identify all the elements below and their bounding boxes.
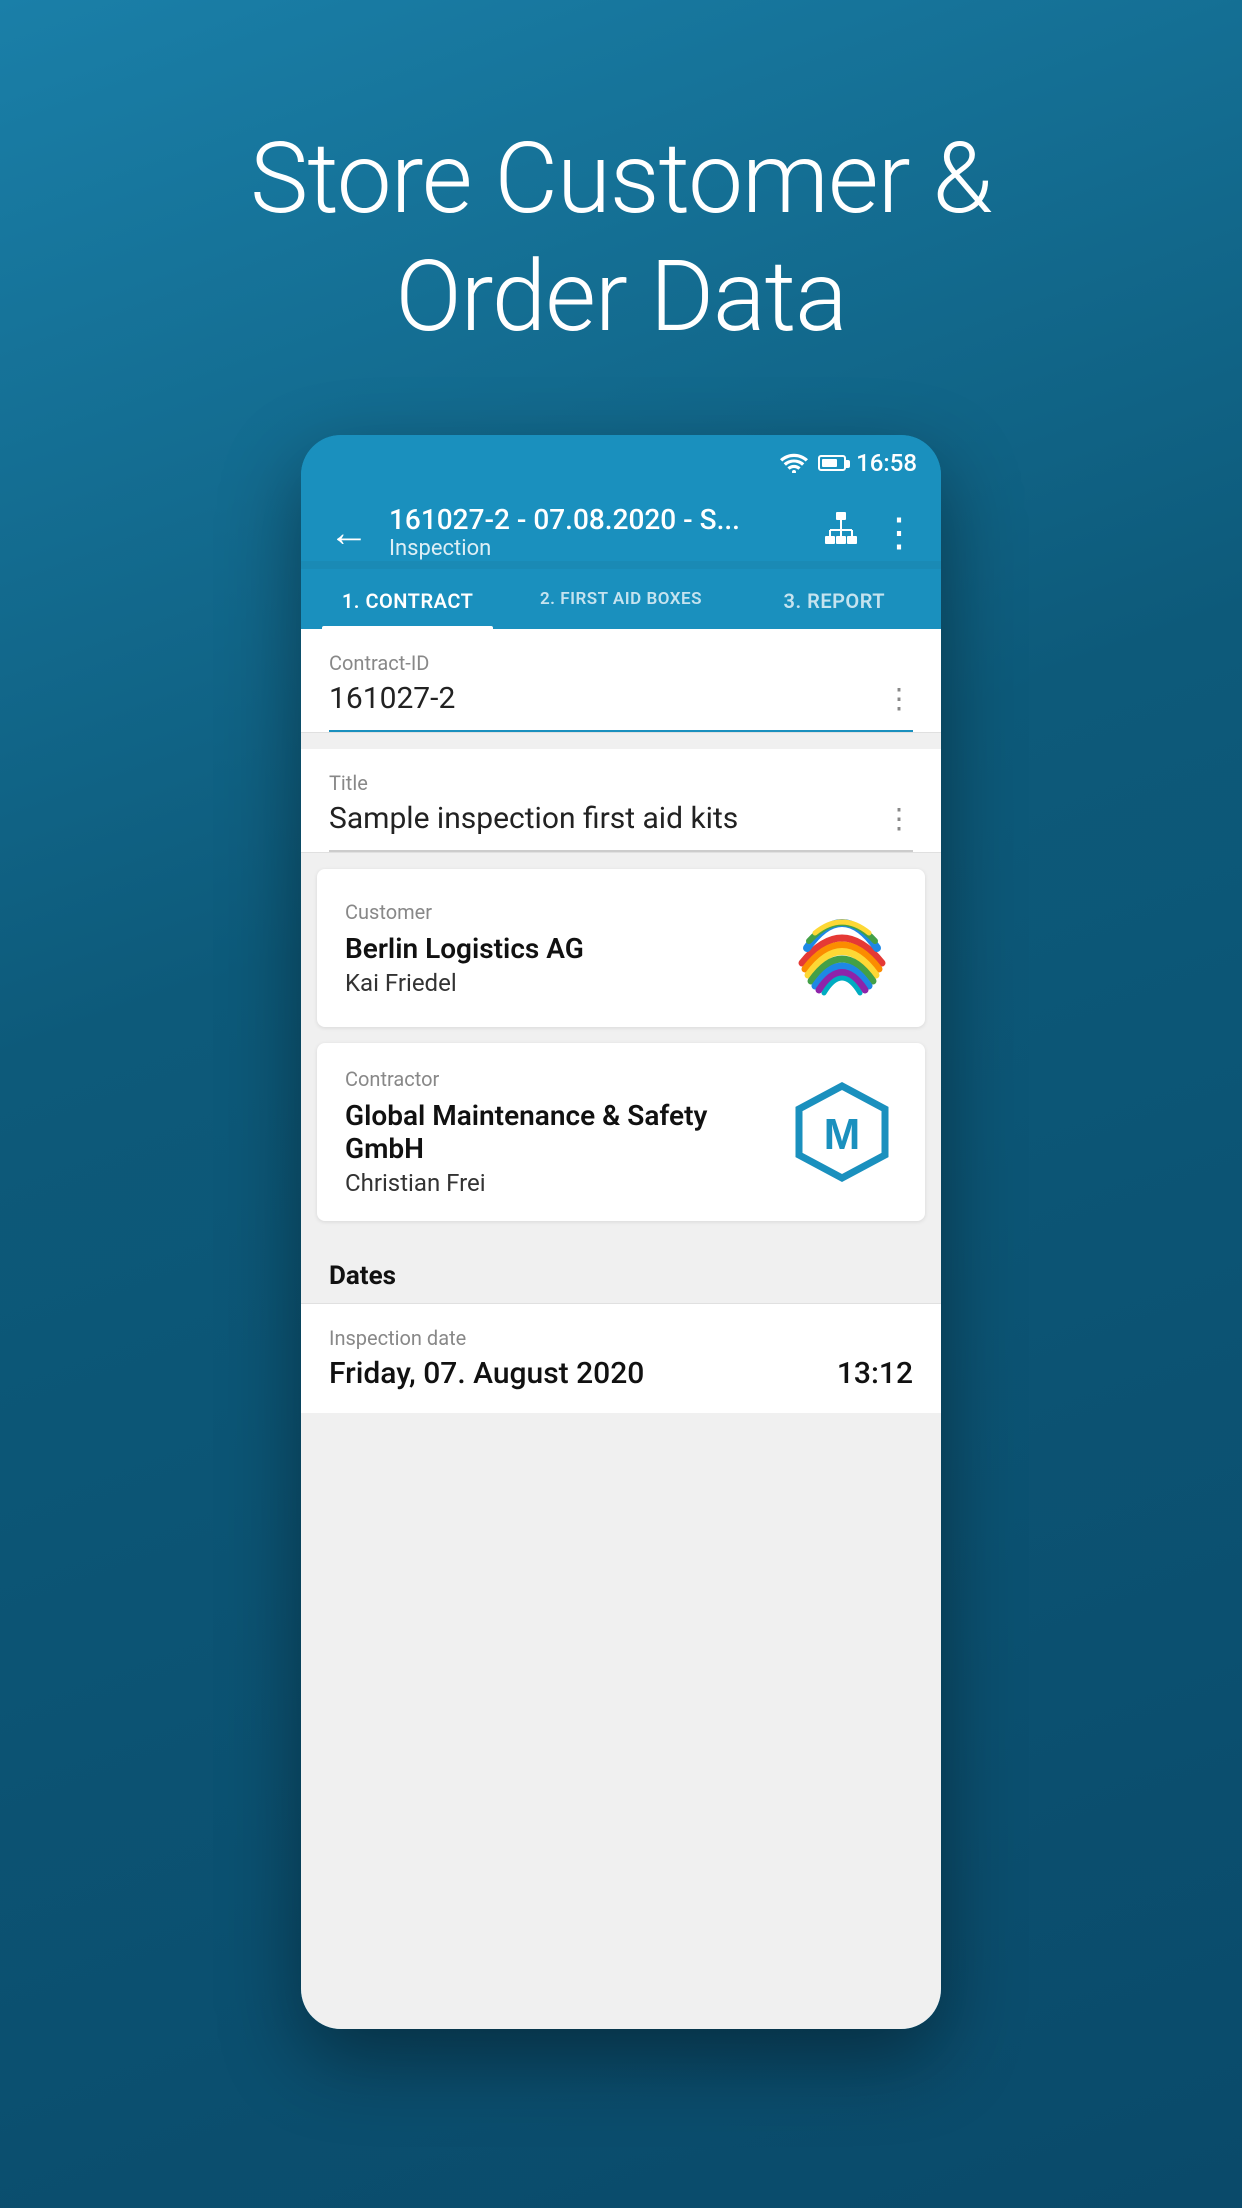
contractor-person: Christian Frei <box>345 1169 787 1197</box>
status-time: 16:58 <box>856 449 917 477</box>
contractor-card: Contractor Global Maintenance & Safety G… <box>317 1043 925 1221</box>
contract-id-label: Contract-ID <box>329 651 913 675</box>
title-label: Title <box>329 771 913 795</box>
battery-icon <box>818 455 846 471</box>
dates-section-title: Dates <box>329 1261 913 1291</box>
customer-card: Customer Berlin Logistics AG Kai Friedel <box>317 869 925 1027</box>
inspection-date-row: Friday, 07. August 2020 13:12 <box>329 1356 913 1391</box>
toolbar-title-group: 161027-2 - 07.08.2020 - S... Inspection <box>389 503 807 561</box>
customer-label: Customer <box>345 900 787 924</box>
customer-logo-svg <box>787 893 897 1003</box>
contract-id-value-row: 161027-2 ⋮ <box>329 681 913 732</box>
back-button[interactable]: ← <box>325 505 373 560</box>
spacer-1 <box>301 733 941 749</box>
toolbar-subtitle: Inspection <box>389 536 807 561</box>
wifi-icon <box>780 453 808 473</box>
contractor-logo-svg: M <box>792 1082 892 1182</box>
contractor-logo: M <box>787 1077 897 1187</box>
tabs-bar: 1. CONTRACT 2. FIRST AID BOXES 3. REPORT <box>301 569 941 629</box>
tab-contract[interactable]: 1. CONTRACT <box>301 569 514 629</box>
toolbar-actions: ⋮ <box>823 509 917 556</box>
customer-person: Kai Friedel <box>345 969 787 997</box>
customer-company: Berlin Logistics AG <box>345 932 787 965</box>
svg-text:M: M <box>824 1110 861 1159</box>
status-bar: 16:58 <box>301 435 941 487</box>
tab-firstaid[interactable]: 2. FIRST AID BOXES <box>514 569 727 629</box>
phone-mockup: 16:58 ← 161027-2 - 07.08.2020 - S... Ins… <box>301 435 941 2029</box>
contract-id-value: 161027-2 <box>329 681 455 716</box>
inspection-time-value: 13:12 <box>837 1356 913 1391</box>
contract-id-field: Contract-ID 161027-2 ⋮ <box>301 629 941 733</box>
title-field: Title Sample inspection first aid kits ⋮ <box>301 749 941 853</box>
contractor-label: Contractor <box>345 1067 787 1091</box>
hierarchy-icon[interactable] <box>823 510 859 555</box>
contractor-info: Contractor Global Maintenance & Safety G… <box>345 1067 787 1197</box>
inspection-date-label: Inspection date <box>329 1326 913 1350</box>
customer-info: Customer Berlin Logistics AG Kai Friedel <box>345 900 787 997</box>
title-value: Sample inspection first aid kits <box>329 801 738 836</box>
contract-id-more-icon[interactable]: ⋮ <box>885 682 913 715</box>
contractor-company: Global Maintenance & Safety GmbH <box>345 1099 787 1165</box>
dates-section-header: Dates <box>301 1237 941 1303</box>
status-icons: 16:58 <box>780 449 917 477</box>
hero-title: Store Customer & Order Data <box>170 120 1072 355</box>
inspection-date-value: Friday, 07. August 2020 <box>329 1356 644 1391</box>
tab-report[interactable]: 3. REPORT <box>728 569 941 629</box>
inspection-date-field: Inspection date Friday, 07. August 2020 … <box>301 1304 941 1413</box>
customer-logo <box>787 893 897 1003</box>
toolbar-title: 161027-2 - 07.08.2020 - S... <box>389 503 807 536</box>
more-vert-icon[interactable]: ⋮ <box>879 509 917 556</box>
title-more-icon[interactable]: ⋮ <box>885 802 913 835</box>
app-toolbar: ← 161027-2 - 07.08.2020 - S... Inspectio… <box>301 487 941 561</box>
title-value-row: Sample inspection first aid kits ⋮ <box>329 801 913 852</box>
content-area: Contract-ID 161027-2 ⋮ Title Sample insp… <box>301 629 941 2029</box>
